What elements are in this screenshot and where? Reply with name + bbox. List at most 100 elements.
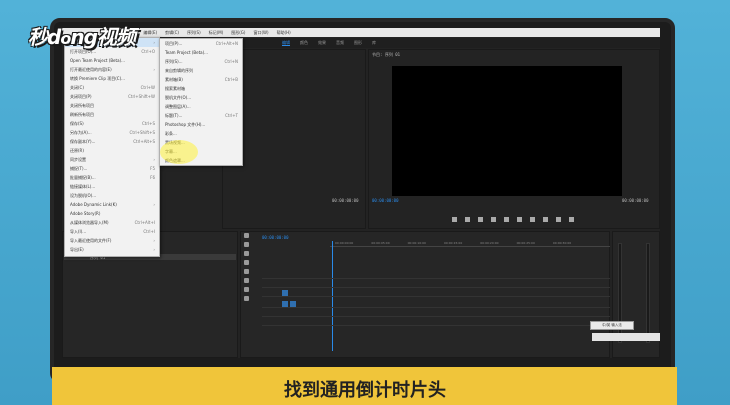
track-target-toggle[interactable] [282, 301, 288, 307]
file-menu-item[interactable]: 从媒体浏览器导入(M) Ctrl+Alt+I [65, 218, 159, 227]
new-submenu-item[interactable]: 来自剪辑的序列 [160, 66, 242, 75]
track-v1[interactable] [262, 289, 610, 297]
menu-edit[interactable]: 编辑(E) [143, 30, 157, 36]
file-menu-item[interactable]: Adobe Dynamic Link(K) › [65, 200, 159, 209]
file-menu-item-label: 捕捉(T)... [70, 165, 88, 171]
highlight-marker [160, 140, 198, 164]
goto-in-icon[interactable] [478, 216, 483, 222]
workspace-tab[interactable]: 库 [372, 40, 376, 46]
lift-icon[interactable] [543, 216, 548, 222]
new-submenu-item-label: Photoshop 文件(H)... [165, 121, 206, 127]
file-menu-item[interactable]: 另存为(A)... Ctrl+Shift+S [65, 128, 159, 137]
file-menu-item-shortcut: Ctrl+I [143, 229, 155, 234]
menu-clip[interactable]: 剪辑(C) [165, 30, 179, 36]
new-submenu-item[interactable]: 脱机文件(O)... [160, 93, 242, 102]
play-icon[interactable] [504, 216, 509, 222]
menu-sequence[interactable]: 序列(S) [187, 30, 201, 36]
file-menu-item-shortcut: Ctrl+W [140, 85, 155, 90]
menu-help[interactable]: 帮助(H) [277, 30, 291, 36]
tools-panel [242, 233, 250, 353]
menu-graphics[interactable]: 图形(G) [231, 30, 245, 36]
menu-window[interactable]: 窗口(W) [253, 30, 268, 36]
chevron-right-icon: › [153, 40, 155, 45]
file-menu-item[interactable]: 设为脱机(O)... [65, 191, 159, 200]
file-menu-item[interactable]: 链接媒体(L)... [65, 182, 159, 191]
new-submenu-item-label: Team Project (Beta)... [165, 50, 208, 55]
new-submenu-item-label: 标题(T)... [165, 112, 183, 118]
type-tool-icon[interactable] [243, 296, 249, 301]
ruler-label: 00:00:00:00 [335, 241, 354, 245]
file-menu-item[interactable]: 导入(I)... Ctrl+I [65, 227, 159, 236]
new-submenu-item[interactable]: 序列(S)... Ctrl+N [160, 57, 242, 66]
new-submenu-item-label: 脱机文件(O)... [165, 94, 192, 100]
new-submenu-item[interactable]: Photoshop 文件(H)... [160, 120, 242, 129]
chevron-right-icon: › [153, 157, 155, 162]
file-menu-item-label: Open Team Project (Beta)... [70, 58, 125, 63]
track-v3[interactable] [262, 271, 610, 279]
track-select-tool-icon[interactable] [243, 242, 249, 247]
goto-out-icon[interactable] [530, 216, 535, 222]
slip-tool-icon[interactable] [243, 269, 249, 274]
file-menu-item[interactable]: 关闭(C) Ctrl+W [65, 83, 159, 92]
mark-out-icon[interactable] [465, 216, 470, 222]
menu-markers[interactable]: 标记(M) [209, 30, 224, 36]
new-submenu-item-shortcut: Ctrl+T [225, 113, 238, 118]
export-frame-icon[interactable] [569, 216, 574, 222]
file-menu-item-shortcut: Ctrl+Shift+S [129, 130, 155, 135]
menubar: 文件(F) 编辑(E) 剪辑(C) 序列(S) 标记(M) 图形(G) 窗口(W… [62, 28, 660, 37]
workspace-tab[interactable]: 编辑 [282, 40, 290, 46]
step-forward-icon[interactable] [517, 216, 522, 222]
file-menu-item[interactable]: 同步设置 › [65, 155, 159, 164]
new-submenu-item[interactable]: 调整图层(A)... [160, 102, 242, 111]
workspace-tab[interactable]: 音频 [336, 40, 344, 46]
file-menu-item[interactable]: 转换 Premiere Clip 项目(C)... [65, 74, 159, 83]
chevron-right-icon: › [153, 247, 155, 252]
pen-tool-icon[interactable] [243, 278, 249, 283]
razor-tool-icon[interactable] [243, 260, 249, 265]
new-submenu-item[interactable]: Team Project (Beta)... [160, 48, 242, 57]
new-submenu-item[interactable]: 标题(T)... Ctrl+T [160, 111, 242, 120]
file-menu: 新建(N) › 打开项目(O)... Ctrl+O Open Team Project … [64, 37, 160, 257]
file-menu-item[interactable]: 打开最近使用的内容(E) › [65, 65, 159, 74]
track-target-toggle[interactable] [282, 290, 288, 296]
track-a3[interactable] [262, 318, 610, 326]
file-menu-item[interactable]: 导入最近使用的文件(F) › [65, 236, 159, 245]
file-menu-item[interactable]: Adobe Story(R) [65, 209, 159, 218]
track-target-toggle[interactable] [290, 301, 296, 307]
file-menu-item[interactable]: 保存(S) Ctrl+S [65, 119, 159, 128]
track-a1[interactable] [262, 300, 610, 308]
file-menu-item[interactable]: 关闭所有项目 [65, 101, 159, 110]
program-transport [452, 214, 574, 224]
ripple-edit-tool-icon[interactable] [243, 251, 249, 256]
chevron-right-icon: › [153, 238, 155, 243]
workspace-tab[interactable]: 颜色 [300, 40, 308, 46]
file-menu-item[interactable]: 保存副本(Y)... Ctrl+Alt+S [65, 137, 159, 146]
file-menu-item[interactable]: 关闭项目(P) Ctrl+Shift+W [65, 92, 159, 101]
chevron-right-icon: › [153, 67, 155, 72]
timeline-ruler[interactable]: 00:00:00:00 00:00:05:00 00:00:10:00 00:0… [330, 241, 610, 247]
new-submenu-item[interactable]: 项目(P)... Ctrl+Alt+N [160, 39, 242, 48]
file-menu-item[interactable]: 导出(E) › [65, 245, 159, 254]
extract-icon[interactable] [556, 216, 561, 222]
chevron-right-icon: › [153, 202, 155, 207]
new-submenu-item[interactable]: 素材箱(B) Ctrl+B [160, 75, 242, 84]
file-menu-item-label: 链接媒体(L)... [70, 183, 96, 189]
track-a2[interactable] [262, 309, 610, 317]
file-menu-item-label: 打开最近使用的内容(E) [70, 66, 112, 72]
file-menu-item[interactable]: Open Team Project (Beta)... [65, 56, 159, 65]
workspace-bar: 编辑 颜色 效果 音频 图形 库 [222, 38, 660, 48]
mark-in-icon[interactable] [452, 216, 457, 222]
workspace-tab[interactable]: 效果 [318, 40, 326, 46]
file-menu-item[interactable]: 捕捉(T)... F5 [65, 164, 159, 173]
file-menu-item[interactable]: 刷新所有项目 [65, 110, 159, 119]
step-back-icon[interactable] [491, 216, 496, 222]
new-submenu-item[interactable]: 搜索素材箱 [160, 84, 242, 93]
hand-tool-icon[interactable] [243, 287, 249, 292]
workspace-tab[interactable]: 图形 [354, 40, 362, 46]
new-submenu-item[interactable]: 彩条... [160, 129, 242, 138]
file-menu-item[interactable]: 还原(R) [65, 146, 159, 155]
selection-tool-icon[interactable] [243, 233, 249, 238]
track-v2[interactable] [262, 280, 610, 288]
file-menu-item[interactable]: 批量捕捉(B)... F6 [65, 173, 159, 182]
file-menu-item-label: Adobe Dynamic Link(K) [70, 202, 117, 207]
